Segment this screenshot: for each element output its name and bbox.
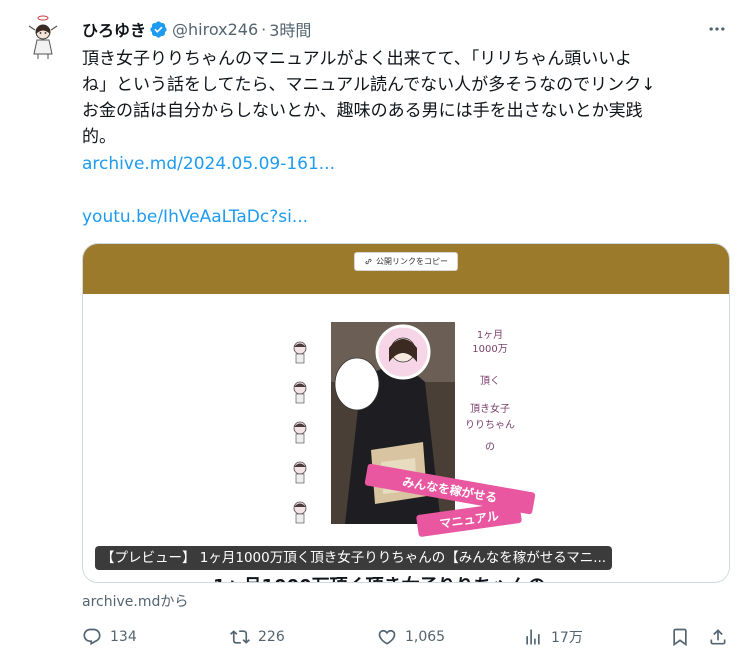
card-bottom-text: 1ヶ月1000万頂く頂き女子りりちゃんの bbox=[213, 572, 546, 582]
link-preview-card[interactable]: 公開リンクをコピー 1ヶ月 1000万 頂く 頂き女子 りりちゃん の みんなを… bbox=[82, 243, 730, 583]
tweet[interactable]: ひろゆき @hirox246 · 3時間 頂き女子りりちゃんのマニュアルがよく出… bbox=[0, 0, 746, 664]
side-label: りりちゃん bbox=[465, 420, 515, 431]
tweet-text-line: ね」という話をしてたら、マニュアル読んでない人が多そうなのでリンク↓ bbox=[82, 75, 656, 95]
tweet-text-line: 頂き女子りりちゃんのマニュアルがよく出来てて、「リリちゃん頭いいよ bbox=[82, 49, 632, 69]
reply-icon bbox=[83, 628, 101, 646]
side-label: 頂く bbox=[480, 376, 500, 387]
side-label: 1000万 bbox=[472, 344, 508, 355]
copy-public-link-button: 公開リンクをコピー bbox=[354, 252, 458, 271]
chibi-sticker bbox=[293, 341, 307, 364]
bookmark-button[interactable] bbox=[670, 624, 690, 650]
copy-button-label: 公開リンクをコピー bbox=[376, 257, 448, 266]
reply-button[interactable]: 134 bbox=[82, 624, 137, 650]
tweet-text: 頂き女子りりちゃんのマニュアルがよく出来てて、「リリちゃん頭いいよ ね」という話… bbox=[82, 46, 722, 150]
chibi-sticker bbox=[293, 461, 307, 484]
tweet-text-line: お金の話は自分からしないとか、趣味のある男には手を出さないとか実践 bbox=[82, 101, 643, 121]
like-icon bbox=[378, 629, 396, 645]
bookmark-icon bbox=[673, 628, 687, 647]
share-icon bbox=[710, 629, 726, 645]
retweet-count: 226 bbox=[258, 629, 285, 645]
action-bar: 134 226 1,065 17万 bbox=[82, 624, 732, 650]
chibi-sticker bbox=[293, 501, 307, 524]
card-banner: 公開リンクをコピー bbox=[83, 244, 729, 294]
retweet-button[interactable]: 226 bbox=[230, 624, 285, 650]
side-label: 1ヶ月 bbox=[476, 330, 504, 341]
chibi-sticker bbox=[293, 421, 307, 444]
timestamp[interactable]: 3時間 bbox=[269, 17, 311, 41]
side-label: 頂き女子 bbox=[470, 404, 510, 415]
reply-count: 134 bbox=[110, 629, 137, 645]
handle[interactable]: @hirox246 bbox=[172, 20, 258, 39]
more-icon bbox=[709, 27, 725, 31]
archive-link[interactable]: archive.md/2024.05.09-161... bbox=[82, 151, 335, 177]
verified-badge-icon bbox=[149, 20, 168, 39]
more-button[interactable] bbox=[702, 18, 732, 40]
tweet-header: ひろゆき @hirox246 · 3時間 bbox=[82, 17, 311, 41]
card-image: 1ヶ月 1000万 頂く 頂き女子 りりちゃん の みんなを稼がせる マニュアル bbox=[83, 294, 729, 582]
like-count: 1,065 bbox=[405, 629, 446, 645]
chibi-sticker bbox=[293, 381, 307, 404]
display-name[interactable]: ひろゆき bbox=[82, 17, 146, 41]
share-button[interactable] bbox=[708, 624, 728, 650]
separator-dot: · bbox=[261, 19, 267, 39]
side-label: の bbox=[485, 442, 495, 453]
card-source[interactable]: archive.mdから bbox=[82, 591, 188, 611]
tweet-text-line: 的。 bbox=[82, 127, 116, 147]
link-icon bbox=[365, 258, 372, 265]
like-button[interactable]: 1,065 bbox=[377, 624, 445, 650]
retweet-icon bbox=[230, 630, 250, 644]
youtube-link[interactable]: youtu.be/IhVeAaLTaDc?si... bbox=[82, 204, 308, 230]
views-icon bbox=[526, 629, 540, 645]
card-title: 【プレビュー】 1ヶ月1000万頂く頂き女子りりちゃんの【みんなを稼がせるマニ.… bbox=[95, 546, 613, 570]
view-count: 17万 bbox=[551, 630, 583, 646]
views-button[interactable]: 17万 bbox=[523, 624, 583, 650]
avatar[interactable] bbox=[20, 14, 66, 60]
